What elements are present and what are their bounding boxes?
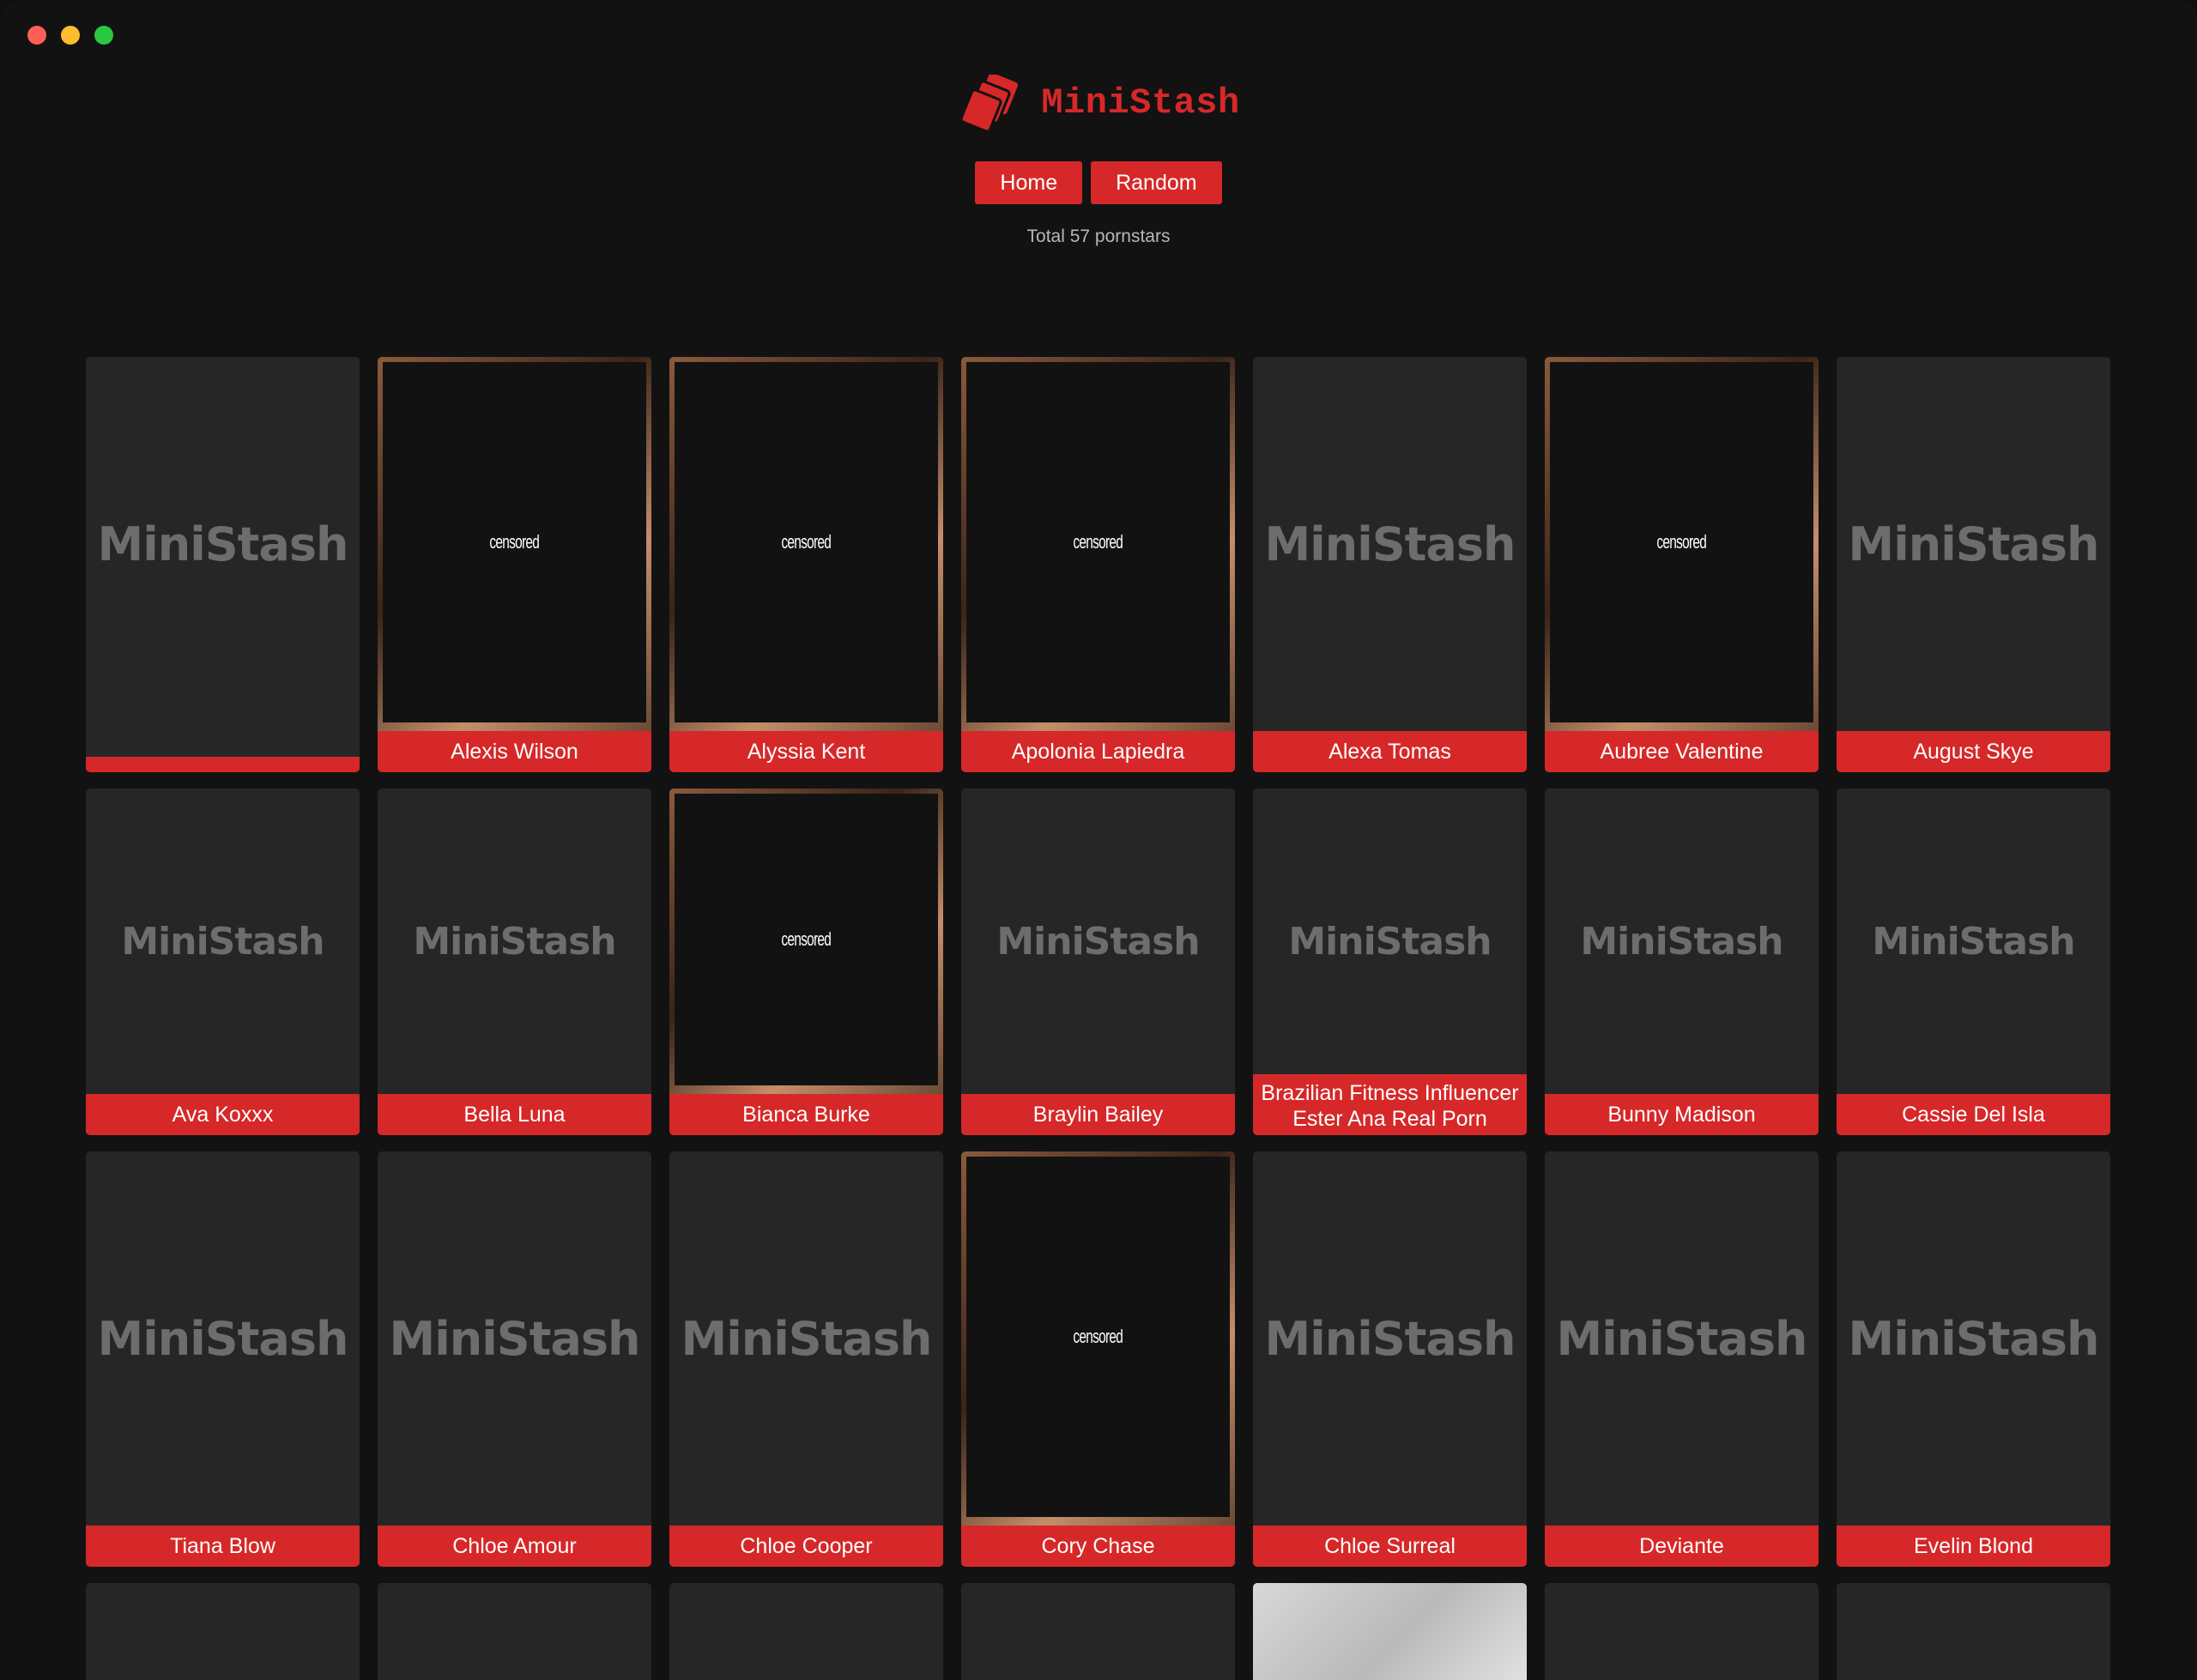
performer-card[interactable]: censored Alexis Wilson (378, 357, 651, 772)
performer-card[interactable]: MiniStash Tiana Blow (86, 1151, 360, 1567)
censored-overlay: censored (675, 362, 938, 722)
performer-thumbnail: censored (669, 789, 943, 1094)
performer-card[interactable]: censored Bianca Burke (669, 789, 943, 1135)
placeholder-thumbnail: MiniStash (1872, 919, 2075, 964)
placeholder-thumbnail: MiniStash (1288, 919, 1492, 964)
placeholder-thumbnail: MiniStash (97, 517, 349, 571)
performer-card[interactable]: censored Cory Chase (961, 1151, 1235, 1567)
censored-overlay: censored (1550, 362, 1813, 722)
performer-name: Brazilian Fitness Influencer Ester Ana R… (1253, 1074, 1527, 1135)
performer-card[interactable]: MiniStash Brazilian Fitness Influencer Es… (1253, 789, 1527, 1135)
performer-name: Apolonia Lapiedra (961, 731, 1235, 772)
main-nav: Home Random (975, 161, 1222, 204)
performer-card[interactable]: MiniStash Bunny Madison (1545, 789, 1819, 1135)
censored-label: censored (781, 928, 832, 950)
maximize-window-button[interactable] (94, 26, 113, 45)
performer-card[interactable]: MiniStash Braylin Bailey (961, 789, 1235, 1135)
performer-card[interactable] (1253, 1583, 1527, 1680)
performer-card[interactable] (1545, 1583, 1819, 1680)
placeholder-thumbnail: MiniStash (1848, 517, 2100, 571)
performer-name: Alexa Tomas (1253, 731, 1527, 772)
performer-name: Bianca Burke (669, 1094, 943, 1135)
close-window-button[interactable] (27, 26, 46, 45)
placeholder-thumbnail: MiniStash (97, 1311, 349, 1366)
performer-name: Alyssia Kent (669, 731, 943, 772)
performer-card[interactable]: MiniStash Deviante (1545, 1151, 1819, 1567)
performer-thumbnail: censored (961, 357, 1235, 731)
censored-label: censored (1073, 1326, 1123, 1347)
browser-window: MiniStash Home Random Total 57 pornstars… (0, 0, 2197, 1680)
performer-card[interactable]: MiniStash Ava Koxxx (86, 789, 360, 1135)
placeholder-thumbnail: MiniStash (1556, 1311, 1808, 1366)
performer-card[interactable]: MiniStash August Skye (1837, 357, 2110, 772)
censored-overlay: censored (675, 794, 938, 1085)
performer-name: Cory Chase (961, 1526, 1235, 1567)
censored-overlay: censored (966, 1157, 1230, 1517)
performer-card[interactable]: MiniStash Chloe Cooper (669, 1151, 943, 1567)
placeholder-thumbnail: MiniStash (1264, 517, 1516, 571)
performer-card[interactable]: MiniStash Alexa Tomas (1253, 357, 1527, 772)
performer-name: Deviante (1545, 1526, 1819, 1567)
performer-card[interactable] (961, 1583, 1235, 1680)
placeholder-thumbnail: MiniStash (1264, 1311, 1516, 1366)
performer-card[interactable]: MiniStash Evelin Blond (1837, 1151, 2110, 1567)
total-count-text: Total 57 pornstars (1026, 227, 1171, 246)
placeholder-thumbnail: MiniStash (996, 919, 1200, 964)
placeholder-thumbnail: MiniStash (121, 919, 324, 964)
performer-card[interactable] (378, 1583, 651, 1680)
performer-card[interactable]: MiniStash Bella Luna (378, 789, 651, 1135)
site-logo[interactable]: MiniStash (957, 69, 1239, 137)
placeholder-thumbnail: MiniStash (413, 919, 616, 964)
performer-card[interactable]: MiniStash Chloe Amour (378, 1151, 651, 1567)
performer-card[interactable] (669, 1583, 943, 1680)
performer-name: Cassie Del Isla (1837, 1094, 2110, 1135)
performer-thumbnail: censored (961, 1151, 1235, 1526)
performer-name: Evelin Blond (1837, 1526, 2110, 1567)
minimize-window-button[interactable] (61, 26, 80, 45)
censored-label: censored (1656, 531, 1707, 553)
performer-name: Braylin Bailey (961, 1094, 1235, 1135)
stacked-cards-logo-icon (959, 75, 1019, 131)
performer-card[interactable] (1837, 1583, 2110, 1680)
site-header: MiniStash Home Random Total 57 pornstars (0, 69, 2197, 247)
random-button[interactable]: Random (1091, 161, 1222, 204)
total-count: Total 57 pornstars (1027, 227, 1171, 247)
performer-thumbnail: censored (378, 357, 651, 731)
performer-thumbnail (1253, 1583, 1527, 1680)
performer-name: Chloe Cooper (669, 1526, 943, 1567)
performer-name: Ava Koxxx (86, 1094, 360, 1135)
censored-overlay: censored (966, 362, 1230, 722)
performer-thumbnail: censored (1545, 357, 1819, 731)
home-button[interactable]: Home (975, 161, 1083, 204)
performer-name: Alexis Wilson (378, 731, 651, 772)
performer-card[interactable]: MiniStash (86, 357, 360, 772)
performer-card[interactable]: MiniStash Chloe Surreal (1253, 1151, 1527, 1567)
censored-label: censored (489, 531, 540, 553)
site-name: MiniStash (1041, 82, 1240, 124)
performer-card[interactable]: censored Apolonia Lapiedra (961, 357, 1235, 772)
placeholder-thumbnail: MiniStash (1580, 919, 1783, 964)
placeholder-thumbnail: MiniStash (389, 1311, 641, 1366)
performer-thumbnail: censored (669, 357, 943, 731)
performer-name: Chloe Surreal (1253, 1526, 1527, 1567)
performer-name: Aubree Valentine (1545, 731, 1819, 772)
placeholder-thumbnail: MiniStash (681, 1311, 933, 1366)
performer-name: Bunny Madison (1545, 1094, 1819, 1135)
performer-name (86, 757, 360, 772)
censored-label: censored (1073, 531, 1123, 553)
performer-name: Chloe Amour (378, 1526, 651, 1567)
performer-card[interactable] (86, 1583, 360, 1680)
performer-card[interactable]: MiniStash Cassie Del Isla (1837, 789, 2110, 1135)
censored-overlay: censored (383, 362, 646, 722)
censored-label: censored (781, 531, 832, 553)
performer-name: August Skye (1837, 731, 2110, 772)
performer-card[interactable]: censored Aubree Valentine (1545, 357, 1819, 772)
performer-name: Tiana Blow (86, 1526, 360, 1567)
window-controls (27, 26, 113, 45)
performer-card[interactable]: censored Alyssia Kent (669, 357, 943, 772)
performer-name: Bella Luna (378, 1094, 651, 1135)
placeholder-thumbnail: MiniStash (1848, 1311, 2100, 1366)
performer-grid: MiniStash censored Alexis Wilson censored Al… (86, 357, 2110, 1680)
